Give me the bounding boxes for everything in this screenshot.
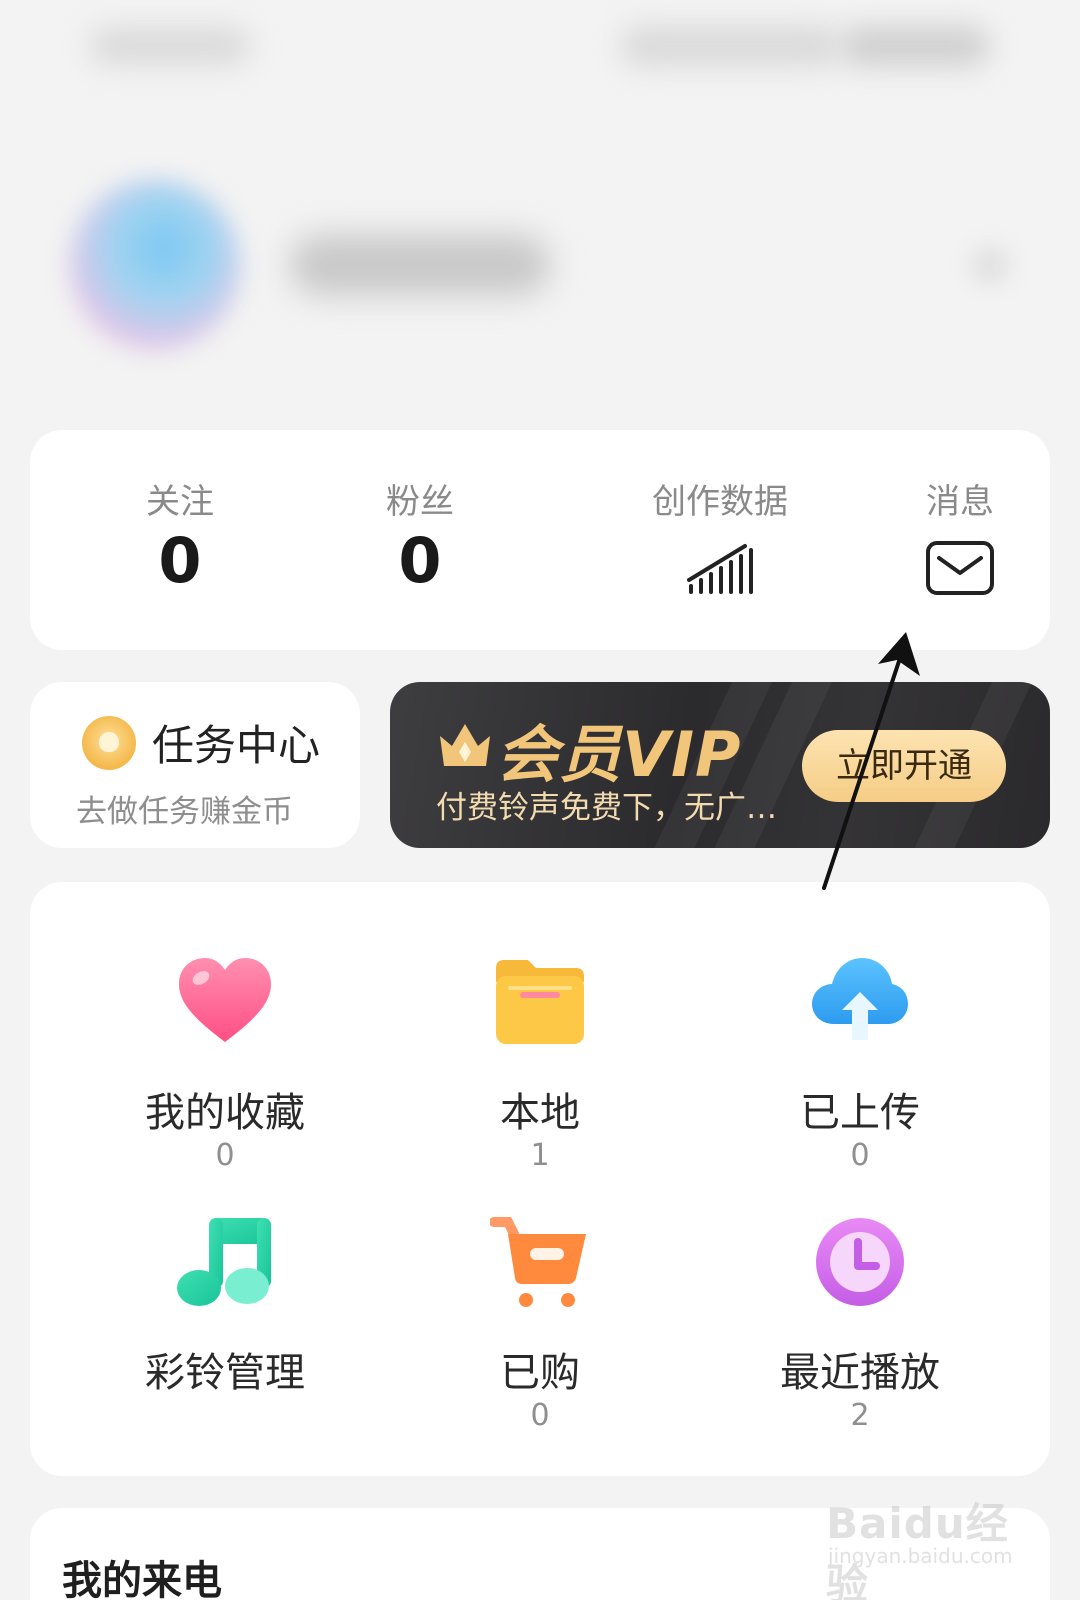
follow-label: 关注 [146, 482, 214, 522]
grid-item-purchased[interactable]: 已购 0 [400, 1212, 680, 1462]
clock-icon [816, 1218, 904, 1306]
follow-count: 0 [158, 524, 202, 597]
grid-item-recent[interactable]: 最近播放 2 [720, 1212, 1000, 1462]
grid-label: 已上传 [800, 1090, 920, 1136]
task-center-card[interactable]: 任务中心 去做任务赚金币 [30, 682, 360, 848]
coin-icon [82, 716, 136, 770]
grid-item-uploaded[interactable]: 已上传 0 [720, 952, 1000, 1202]
shopping-cart-icon [490, 1217, 586, 1307]
music-note-icon [177, 1218, 271, 1306]
grid-count: 0 [530, 1398, 550, 1433]
grid-item-ringback[interactable]: 彩铃管理 [85, 1212, 365, 1462]
grid-label: 彩铃管理 [145, 1350, 305, 1396]
grid-item-local[interactable]: 本地 1 [400, 952, 680, 1202]
vip-title: 会员VIP [496, 718, 742, 791]
crown-icon [440, 724, 490, 766]
message-stat[interactable]: 消息 [870, 430, 1050, 650]
profile-page: 关注 0 粉丝 0 创作数据 消息 任务中心 去做任务赚金币 会员VIP 付费铃… [0, 0, 1080, 1600]
bar-chart-icon [687, 544, 753, 594]
grid-count: 2 [850, 1398, 870, 1433]
task-center-subtitle: 去做任务赚金币 [76, 794, 293, 830]
status-bar-indicators [620, 26, 840, 66]
my-calls-title: 我的来电 [62, 1558, 222, 1600]
stats-card: 关注 0 粉丝 0 创作数据 消息 [30, 430, 1050, 650]
grid-count: 0 [850, 1138, 870, 1173]
grid-label: 我的收藏 [145, 1090, 305, 1136]
avatar[interactable] [70, 180, 240, 350]
grid-label: 本地 [500, 1090, 580, 1136]
open-vip-button[interactable]: 立即开通 [802, 730, 1006, 802]
envelope-icon [926, 541, 994, 595]
status-bar-battery [840, 26, 990, 66]
grid-label: 最近播放 [780, 1350, 940, 1396]
heart-icon [179, 958, 271, 1042]
follow-stat[interactable]: 关注 0 [90, 430, 270, 650]
vip-banner[interactable]: 会员VIP 付费铃声免费下，无广… 立即开通 [390, 682, 1050, 848]
creation-data-stat[interactable]: 创作数据 [610, 430, 830, 650]
grid-label: 已购 [500, 1350, 580, 1396]
user-nickname[interactable] [290, 235, 550, 295]
watermark-url: jingyan.baidu.com [828, 1544, 1013, 1568]
grid-item-favorites[interactable]: 我的收藏 0 [85, 952, 365, 1202]
feature-grid: 我的收藏 0 本地 1 已上传 0 彩铃管理 已购 0 最近播放 2 [30, 882, 1050, 1476]
profile-chevron-icon[interactable] [970, 245, 1010, 285]
creation-data-label: 创作数据 [652, 482, 788, 522]
folder-icon [496, 960, 584, 1044]
fans-stat[interactable]: 粉丝 0 [330, 430, 510, 650]
grid-count: 1 [530, 1138, 550, 1173]
grid-count: 0 [215, 1138, 235, 1173]
watermark: Baidu经验 jingyan.baidu.com [826, 1480, 1026, 1600]
status-bar-time [90, 28, 250, 64]
task-center-title: 任务中心 [152, 721, 321, 770]
vip-subtitle: 付费铃声免费下，无广… [436, 790, 777, 826]
fans-label: 粉丝 [386, 482, 454, 522]
message-label: 消息 [926, 482, 994, 522]
cloud-upload-icon [812, 958, 908, 1040]
fans-count: 0 [398, 524, 442, 597]
